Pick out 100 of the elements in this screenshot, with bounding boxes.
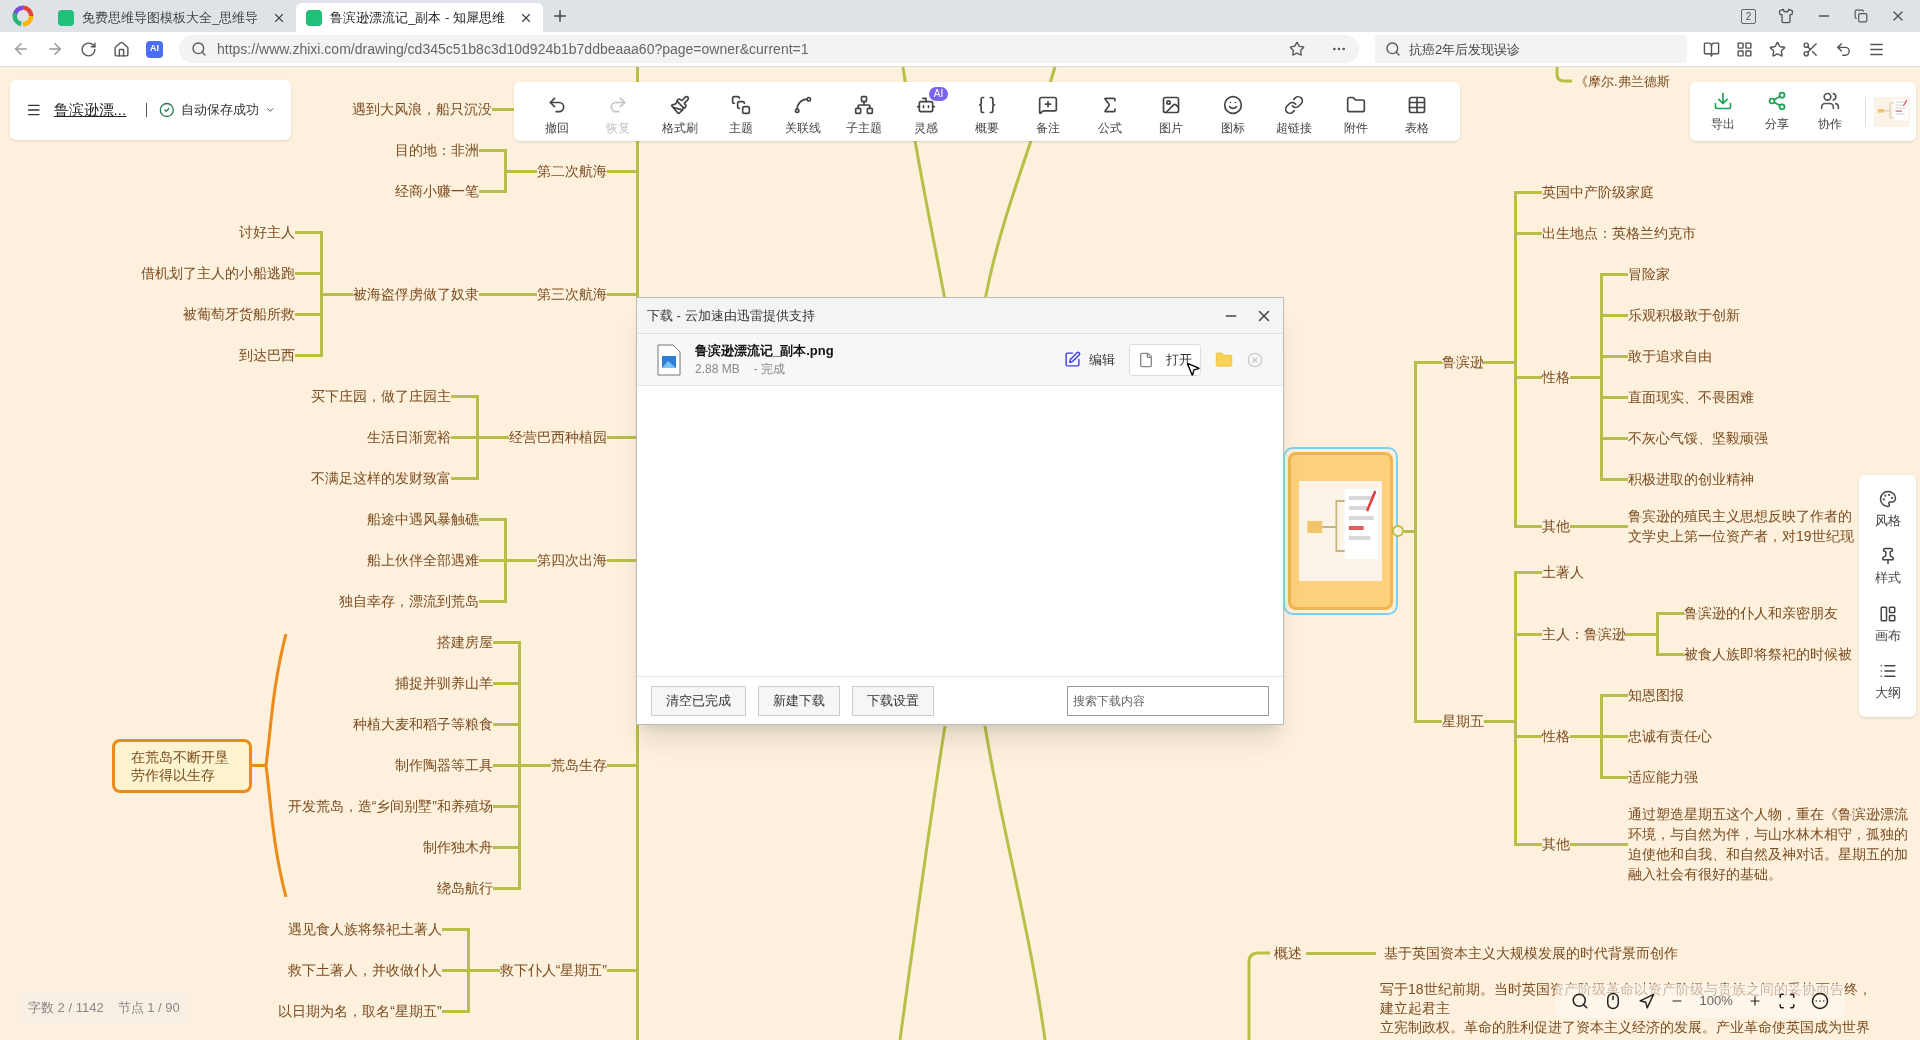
toolbar-button[interactable]: 主题 [710,86,772,137]
toolbar-button[interactable]: 公式 [1079,86,1141,137]
node-label[interactable]: 搭建房屋 [437,622,493,663]
node-label[interactable]: 其他 [1542,823,1570,865]
node-label[interactable]: 知恩图报 [1628,675,1684,716]
toolbar-button[interactable]: 图标 [1202,86,1264,137]
node-label[interactable]: 性格 [1542,716,1570,757]
tab-title: 免费思维导图模板大全_思维导 [82,8,259,27]
node-label[interactable]: 开发荒岛，造“乡间别墅”和养殖场 [287,786,493,827]
edit-button[interactable]: 编辑 [1064,349,1115,370]
side-panel-button[interactable]: 画布 [1874,604,1901,645]
node-label[interactable]: 制作独木舟 [423,827,493,868]
ai-button[interactable]: AI [146,40,163,58]
node-label[interactable]: 适应能力强 [1628,757,1698,798]
node-text: 建立起君主 [1380,999,1450,1018]
node-label[interactable]: 第二次航海 [537,150,607,192]
node-label[interactable]: 讨好主人 [239,212,295,253]
node-label[interactable]: 不灰心气馁、坚毅顽强 [1628,418,1768,459]
toolbar-button[interactable]: 图片 [1140,86,1203,137]
node-label[interactable]: 忠诚有责任心 [1628,716,1712,757]
node-label[interactable]: 到达巴西 [239,335,295,376]
node-label[interactable]: 积极进取的创业精神 [1628,459,1754,500]
node-label[interactable]: 买下庄园，做了庄园主 [311,376,451,417]
tab-count[interactable]: 2 [1741,8,1756,24]
node-label[interactable]: 概述 [1270,933,1306,974]
node-label[interactable]: 制作陶器等工具 [395,745,493,786]
node-label[interactable]: 土著人 [1542,552,1584,593]
side-panel-button[interactable]: 样式 [1874,547,1901,588]
node-label[interactable]: 主人：鲁滨逊 [1542,613,1626,655]
dialog-button[interactable]: 清空已完成 [651,685,746,716]
summary-node[interactable]: 在荒岛不断开垦劳作得以生存 [111,738,252,793]
node-label[interactable]: 捕捉并驯养山羊 [395,663,493,704]
open-button[interactable]: 打开 [1129,343,1201,376]
save-status[interactable]: 自动保存成功 [180,100,259,120]
dialog-button[interactable]: 新建下载 [758,685,840,716]
search-field[interactable]: 搜索下载内容 [1067,685,1269,716]
node-label[interactable]: 遇见食人族将祭祀土著人 [287,909,442,950]
node-label[interactable]: 船上伙伴全部遇难 [367,540,479,581]
toolbar-button[interactable]: 撤回 [526,86,588,137]
toolbar-button[interactable]: 备注 [1017,86,1080,137]
node-label[interactable]: 救下土著人，并收做仆人 [287,950,442,991]
toolbar-button[interactable]: 分享 [1749,90,1804,133]
toolbar-button[interactable]: 协作 [1803,90,1858,133]
node-label[interactable]: 独自幸存，漂流到荒岛 [339,581,479,622]
node-label[interactable]: 以日期为名，取名“星期五” [278,991,442,1032]
node-label[interactable]: 被海盗俘虏做了奴隶 [353,273,479,315]
node-label[interactable]: 借机划了主人的小船逃跑 [141,253,295,294]
node-label[interactable]: 基于英国资本主义大规模发展的时代背景而创作 [1376,933,1678,974]
file-size: 2.88 MB [695,361,740,379]
node-label[interactable]: 星期五 [1442,700,1484,742]
node-label[interactable]: 荒岛生存 [551,745,607,786]
node-label[interactable]: 救下仆人“星期五” [499,950,607,991]
node-label[interactable]: 经商小赚一笔 [395,171,479,212]
dialog-title: 下载 - 云加速由迅雷提供支持 [647,306,815,325]
node-label[interactable]: 绕岛航行 [437,868,493,909]
browser-tab[interactable]: 鲁滨逊漂流记_副本 - 知犀思维 [296,3,544,32]
node-label[interactable]: 敢于追求自由 [1628,336,1712,377]
node-label[interactable]: 被葡萄牙货船所救 [183,294,295,335]
node-label[interactable]: 不满足这样的发财致富 [311,458,451,499]
toolbar-button[interactable]: 导出 [1696,90,1750,133]
toolbar-button[interactable]: 表格 [1386,86,1449,137]
node-label[interactable]: 船途中遇风暴触礁 [367,499,479,540]
node-label[interactable]: 被食人族即将祭祀的时候被 [1684,634,1852,675]
toolbar-button[interactable]: 子主题 [833,86,895,137]
node-label[interactable]: 《摩尔.弗兰德斯 [1575,72,1670,92]
node-label[interactable]: 生活日渐宽裕 [367,417,451,458]
node-label[interactable]: 英国中产阶级家庭 [1542,172,1654,213]
toolbar-button[interactable]: 附件 [1325,86,1387,137]
toolbar-button[interactable]: 概要 [956,86,1018,137]
node-label[interactable]: 直面现实、不畏困难 [1628,377,1754,418]
node-label[interactable]: 冒险家 [1628,254,1670,295]
tab-title: 鲁滨逊漂流记_副本 - 知犀思维 [330,8,506,27]
toolbar-button[interactable]: 格式刷 [648,86,711,137]
side-panel-button[interactable]: 大纲 [1874,662,1901,703]
node-label[interactable]: 鲁滨逊 [1442,341,1484,383]
download-status: - 完成 [753,361,786,379]
address-field[interactable]: https://www.zhixi.com/drawing/cd345c51b8c3d10d924b1b7ddbeaaa60?page=owner&current=1 [179,35,1359,63]
node-label[interactable]: 经营巴西种植园 [509,417,607,458]
dialog-button[interactable]: 下载设置 [852,685,934,716]
toolbar-button[interactable]: AI 灵感 [894,86,957,137]
document-title[interactable]: 鲁滨逊漂... [53,98,127,122]
ai-badge: AI [928,86,949,101]
node-label[interactable]: 其他 [1542,505,1570,547]
node-label[interactable]: 性格 [1542,356,1570,398]
node-label[interactable]: 乐观积极敢于创新 [1628,295,1740,336]
url-text: https://www.zhixi.com/drawing/cd345c51b8c3d10d924b1b7ddbeaaa60?page=owner&current=1 [217,39,809,59]
toolbar-button[interactable]: 超链接 [1263,86,1326,137]
node-label[interactable]: 目的地：非洲 [395,130,479,171]
toolbar-button[interactable]: 关联线 [771,86,834,137]
word-count: 字数 2 / 1142 [28,999,104,1018]
browser-tab[interactable]: 免费思维导图模板大全_思维导 [48,3,297,32]
node-label[interactable]: 种植大麦和稻子等粮食 [353,704,493,745]
side-panel-button[interactable]: 风格 [1874,489,1901,530]
node-label[interactable]: 第三次航海 [537,273,607,315]
search-field[interactable]: 抗癌2年后发现误诊 [1375,35,1687,63]
node-label[interactable]: 遇到大风浪，船只沉没 [352,89,492,130]
node-count: 节点 1 / 90 [117,999,180,1018]
node-label[interactable]: 鲁滨逊的仆人和亲密朋友 [1684,593,1838,634]
node-label[interactable]: 第四次出海 [537,540,607,581]
node-label[interactable]: 出生地点：英格兰约克市 [1542,213,1696,254]
